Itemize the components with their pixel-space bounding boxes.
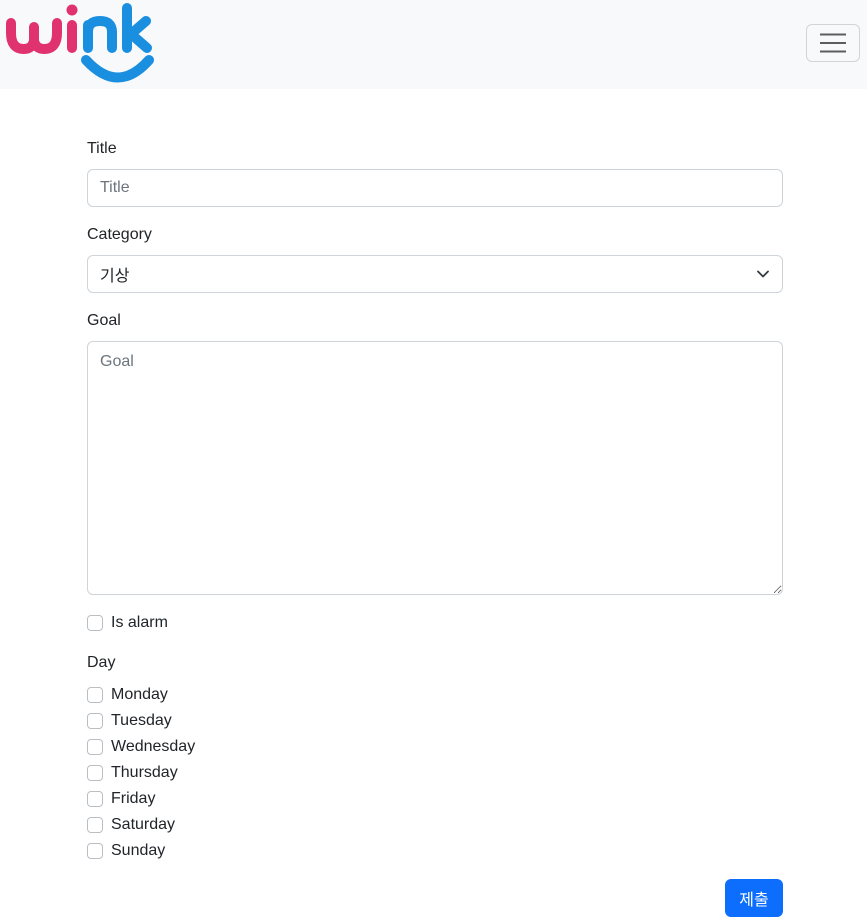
category-select[interactable]: 기상 [87, 255, 783, 293]
day-label: Day [87, 654, 116, 671]
title-label: Title [87, 140, 117, 157]
day-option-label: Thursday [111, 764, 178, 781]
day-option-label: Friday [111, 790, 156, 807]
day-checkbox-friday[interactable]: Friday [87, 789, 155, 809]
day-option-label: Sunday [111, 842, 166, 859]
navbar-toggler-button[interactable] [806, 24, 860, 62]
day-checkbox-thursday[interactable]: Thursday [87, 763, 178, 783]
checkbox[interactable] [87, 843, 103, 859]
alarm-checkbox[interactable] [87, 615, 103, 631]
day-option-label: Saturday [111, 816, 176, 833]
day-checkbox-tuesday[interactable]: Tuesday [87, 711, 172, 731]
category-label: Category [87, 226, 152, 243]
checkbox[interactable] [87, 765, 103, 781]
checkbox[interactable] [87, 687, 103, 703]
alarm-label: Is alarm [111, 614, 168, 631]
wink-logo-image [6, 3, 154, 83]
day-checkbox-saturday[interactable]: Saturday [87, 815, 175, 835]
category-selected-value: 기상 [100, 268, 130, 285]
goal-label: Goal [87, 312, 121, 329]
hamburger-icon [820, 33, 846, 53]
submit-button[interactable]: 제출 [725, 879, 783, 917]
title-input[interactable] [87, 169, 783, 207]
day-checkbox-wednesday[interactable]: Wednesday [87, 737, 195, 757]
day-option-label: Wednesday [111, 738, 196, 755]
day-option-label: Monday [111, 686, 168, 703]
goal-textarea[interactable] [87, 341, 783, 595]
checkbox[interactable] [87, 817, 103, 833]
wink-logo[interactable] [6, 3, 154, 90]
checkbox[interactable] [87, 739, 103, 755]
day-checkbox-sunday[interactable]: Sunday [87, 841, 165, 861]
day-option-label: Tuesday [111, 712, 172, 729]
navbar [0, 0, 867, 89]
chevron-down-icon [757, 270, 769, 278]
day-checkbox-monday[interactable]: Monday [87, 685, 168, 705]
alarm-checkbox-row[interactable]: Is alarm [87, 613, 168, 633]
checkbox[interactable] [87, 713, 103, 729]
checkbox[interactable] [87, 791, 103, 807]
